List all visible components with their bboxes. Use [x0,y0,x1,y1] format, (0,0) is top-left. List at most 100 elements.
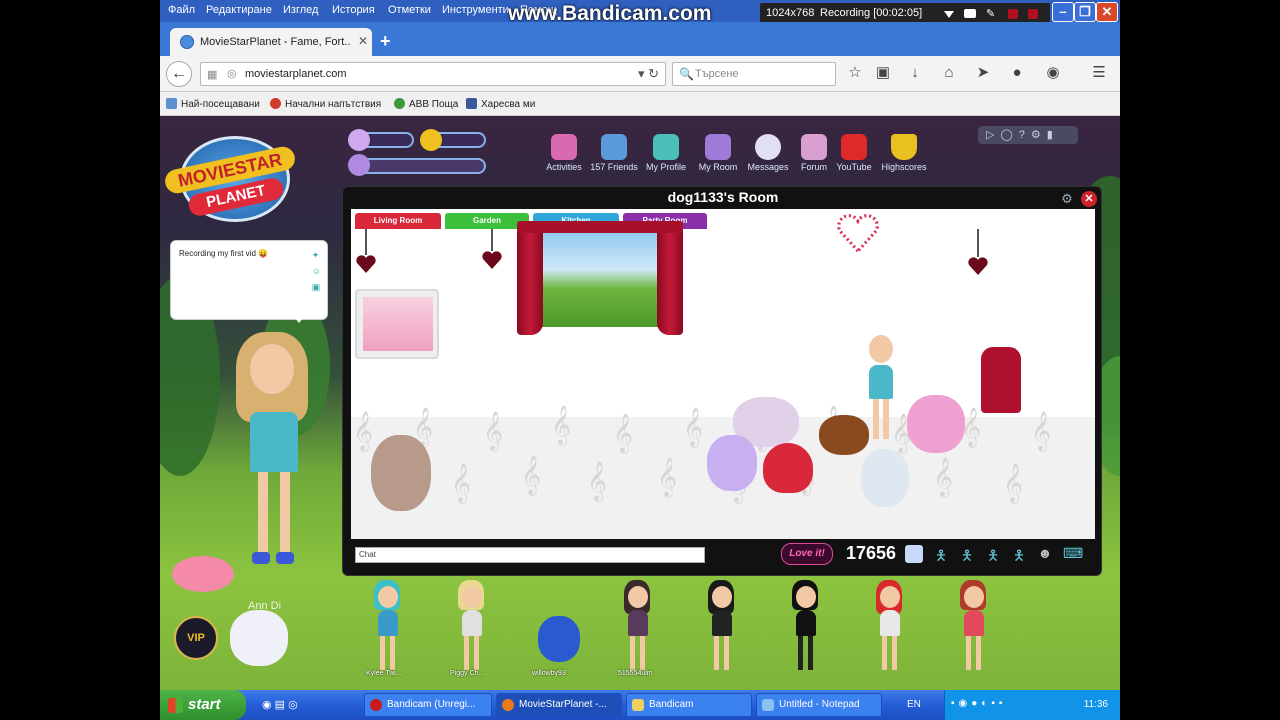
pet-blue-dragon[interactable] [538,616,580,662]
task-notepad[interactable]: Untitled - Notepad [756,693,882,717]
account-icon[interactable]: ◉ [1044,64,1062,82]
face-icon[interactable]: ☻ [1037,545,1053,563]
hanging-heart[interactable] [481,249,503,271]
friend-avatar[interactable]: 515554ulm [618,578,656,678]
room-settings-icon[interactable]: ⚙ [1059,191,1075,207]
chat-message: Recording my first vid 😛 [179,249,269,258]
room-owner-avatar[interactable] [859,335,899,441]
pet-unicorn[interactable] [230,610,288,666]
bookmark-abv-mail[interactable]: ABB Поща [394,98,458,110]
messages-icon [755,134,781,160]
heart-decoration[interactable] [833,211,883,255]
menu-view[interactable]: Изглед [283,4,318,16]
room-close-button[interactable]: ✕ [1081,191,1097,207]
friend-avatar[interactable] [788,578,824,678]
hanging-heart[interactable] [355,253,377,275]
pencil-icon[interactable]: ✎ [986,7,998,20]
search-input[interactable]: 🔍 Търсене [672,62,836,86]
back-button[interactable]: ← [166,61,192,87]
pet-white[interactable] [861,449,909,507]
pose-icon[interactable]: 🯅 [933,545,949,563]
pose-icon[interactable]: 🯅 [985,545,1001,563]
friend-avatar[interactable]: Piggy Ch... [450,572,490,678]
quick-launch-icons[interactable]: ◉ ▤ ◎ [262,698,298,711]
bookmark-likes[interactable]: Харесва ми [466,98,535,110]
language-indicator[interactable]: EN [907,699,921,710]
windows-taskbar: start ◉ ▤ ◎ Bandicam (Unregi... MovieSta… [160,690,1120,720]
starcoin-icon [420,129,442,151]
room-chat-input[interactable]: Chat [355,547,705,563]
clipboard-icon[interactable]: ▣ [874,64,892,82]
chat-icon[interactable]: ● [1008,64,1026,82]
love-it-button[interactable]: Love it! [781,543,833,565]
home-icon[interactable]: ⌂ [940,64,958,82]
nav-youtube[interactable]: YouTube [828,134,880,172]
star-icon[interactable]: ☆ [846,64,864,82]
diamond-icon [348,129,370,151]
close-button[interactable]: ✕ [1096,2,1118,22]
emote-icons[interactable]: ✦ ☺ ▣ [312,247,321,295]
download-icon[interactable]: ↓ [906,64,924,82]
new-tab-button[interactable]: + [380,31,391,52]
nav-messages[interactable]: Messages [742,134,794,172]
nav-activities[interactable]: Activities [538,134,590,172]
pet-heart-monster[interactable] [763,443,813,493]
room-canvas[interactable]: 𝄞𝄞𝄞𝄞𝄞𝄞𝄞𝄞𝄞𝄞𝄞 𝄞𝄞𝄞𝄞𝄞𝄞𝄞𝄞𝄞𝄞 Living Room Garde… [351,209,1095,539]
tray-icons[interactable]: ▪◉●◐▪▪ [951,698,1006,709]
menu-file[interactable]: Файл [168,4,195,16]
tab-moviestarplanet[interactable]: MovieStarPlanet - Fame, Fort... ✕ [170,28,372,56]
stop-record-icon[interactable] [1008,9,1018,19]
player-avatar[interactable] [230,326,320,586]
menu-icon[interactable]: ☰ [1090,64,1108,82]
reload-icon[interactable]: ▾ ↻ [638,66,659,82]
bookmark-getting-started[interactable]: Начални напътствия [270,98,381,110]
menu-edit[interactable]: Редактиране [206,4,272,16]
maximize-button[interactable]: ❐ [1074,2,1096,22]
pet-pink[interactable] [907,395,965,453]
nav-highscores[interactable]: Highscores [878,134,930,172]
nav-friends[interactable]: 157 Friends [588,134,640,172]
pose-icon[interactable]: 🯅 [959,545,975,563]
send-icon[interactable]: ➤ [974,64,992,82]
dropdown-icon[interactable] [944,11,954,18]
bandicam-recording-bar: 1024x768 Recording [00:02:05] ✎ [760,3,1050,23]
menu-bookmarks[interactable]: Отметки [388,4,431,16]
controller-icon[interactable]: ⌨ [1063,545,1083,563]
hanging-heart[interactable] [967,255,989,277]
menu-tools[interactable]: Инструменти [442,4,509,16]
friend-avatar[interactable]: Kylee Twi... [366,578,406,678]
windows-flag-icon [168,698,183,713]
minimize-button[interactable]: – [1052,2,1074,22]
friend-avatar[interactable] [872,578,908,678]
window-curtains[interactable] [517,221,683,339]
pet-pig[interactable] [172,556,234,592]
task-moviestarplanet[interactable]: MovieStarPlanet -... [496,693,622,717]
task-bandicam-unregistered[interactable]: Bandicam (Unregi... [364,693,492,717]
game-area[interactable]: MOVIESTAR PLANET Activities 157 Friends … [160,116,1120,690]
start-button[interactable]: start [160,690,246,720]
menu-history[interactable]: История [332,4,375,16]
friend-avatar[interactable] [704,578,740,678]
task-bandicam[interactable]: Bandicam [626,693,752,717]
url-bar[interactable]: ▦ ◎ moviestarplanet.com ▾ ↻ [200,62,666,86]
pet-unicorn-purple[interactable] [707,435,757,491]
reader-icon[interactable]: ▦ [207,68,217,81]
activities-icon [551,134,577,160]
notebook-icon[interactable] [905,545,923,563]
pause-record-icon[interactable] [1028,9,1038,19]
red-chair[interactable] [981,347,1021,413]
pet-dog-grey[interactable] [371,435,431,511]
moviestarplanet-logo: MOVIESTAR PLANET [162,136,298,222]
bookmark-most-visited[interactable]: Най-посещавани [166,98,260,110]
close-tab-icon[interactable]: ✕ [358,34,368,48]
media-controls[interactable]: ▷◯?⚙▮ [978,126,1078,144]
pose-icon[interactable]: 🯅 [1011,545,1027,563]
friend-avatar[interactable] [956,578,992,678]
love-photo-frame[interactable] [355,289,439,359]
camera-icon[interactable] [964,9,976,18]
room-tab-living-room[interactable]: Living Room [355,213,441,229]
love-count: 17656 [846,543,897,563]
nav-my-room[interactable]: My Room [692,134,744,172]
screen: Файл Редактиране Изглед История Отметки … [160,0,1120,720]
nav-my-profile[interactable]: My Profile [640,134,692,172]
